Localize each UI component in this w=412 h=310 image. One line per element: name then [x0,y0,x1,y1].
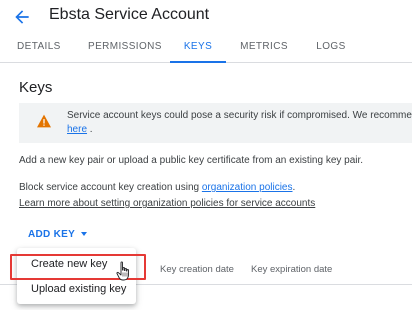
tab-label: PERMISSIONS [88,41,162,52]
warning-here-link[interactable]: here [67,124,87,135]
arrow-back-icon[interactable] [12,7,32,27]
block-text-suffix: . [292,182,296,193]
warning-text: Service account keys could pose a securi… [67,109,412,137]
tab-label: METRICS [240,41,288,52]
block-text: Block service account key creation using… [19,182,295,193]
tab-metrics[interactable]: METRICS [240,34,288,62]
tab-label: DETAILS [17,41,61,52]
block-text-prefix: Block service account key creation using [19,182,202,193]
warning-message: Service account keys could pose a securi… [67,110,412,121]
section-title: Keys [19,79,53,96]
page-title: Ebsta Service Account [49,6,210,23]
column-key-expiration-date[interactable]: Key expiration date [251,256,332,284]
tab-bar: DETAILS PERMISSIONS KEYS METRICS LOGS [0,34,412,63]
warning-icon [37,114,51,128]
add-key-menu: Create new key Upload existing key [17,248,136,304]
keys-panel: Keys Service account keys could pose a s… [0,63,412,310]
intro-text: Add a new key pair or upload a public ke… [19,155,364,166]
menu-item-upload-existing-key[interactable]: Upload existing key [17,278,136,300]
tab-logs[interactable]: LOGS [313,34,349,62]
menu-item-create-new-key[interactable]: Create new key [17,253,136,275]
tab-keys[interactable]: KEYS [170,34,226,63]
header: Ebsta Service Account [0,0,412,34]
warning-suffix: . [89,124,93,135]
tab-permissions[interactable]: PERMISSIONS [88,34,161,62]
tab-label: LOGS [316,41,346,52]
tab-details[interactable]: DETAILS [17,34,61,62]
add-key-button[interactable]: ADD KEY [19,222,96,248]
caret-down-icon [81,232,88,237]
warning-banner: Service account keys could pose a securi… [19,103,412,143]
tab-label: KEYS [183,41,213,52]
page: Ebsta Service Account DETAILS PERMISSION… [0,0,412,310]
column-key-creation-date[interactable]: Key creation date [160,256,234,284]
add-key-label: ADD KEY [28,229,76,240]
organization-policies-link[interactable]: organization policies [202,182,293,193]
learn-more-link[interactable]: Learn more about setting organization po… [19,198,315,209]
